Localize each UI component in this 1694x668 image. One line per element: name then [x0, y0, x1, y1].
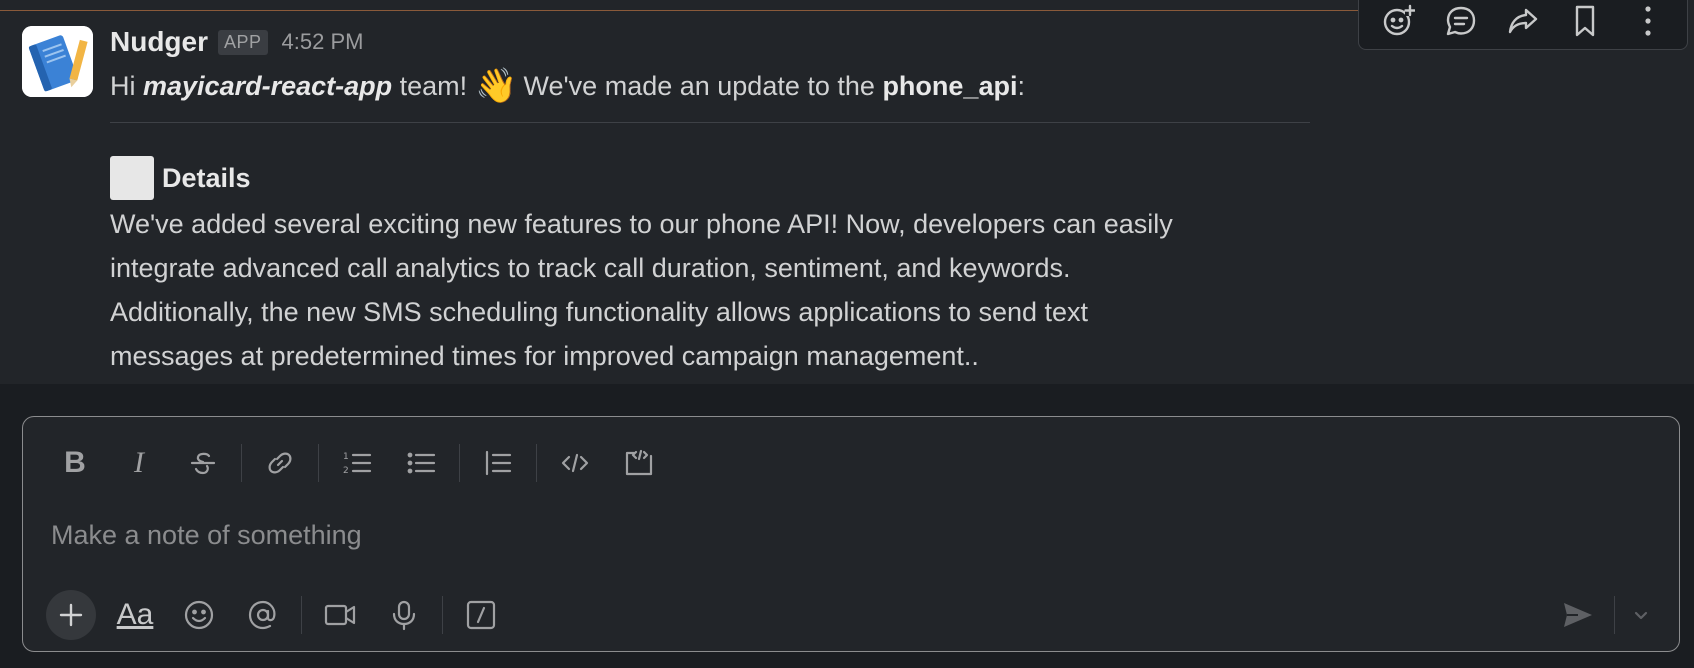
attach-button[interactable] [39, 587, 103, 643]
reply-in-thread-button[interactable] [1441, 1, 1481, 41]
emoji-button[interactable] [167, 587, 231, 643]
ordered-list-icon: 1 2 [343, 452, 372, 476]
schedule-send-button[interactable] [1623, 587, 1659, 643]
block-divider [110, 122, 1310, 123]
strikethrough-icon [190, 452, 216, 475]
svg-text:2: 2 [343, 466, 349, 476]
more-actions-button[interactable] [1628, 1, 1668, 41]
mention-button[interactable] [231, 587, 295, 643]
team-name: mayicard-react-app [143, 70, 393, 101]
slash-commands-button[interactable] [449, 587, 513, 643]
details-heading: Details [110, 156, 251, 200]
strikethrough-button[interactable] [171, 435, 235, 491]
code-button[interactable] [543, 435, 607, 491]
blockquote-button[interactable] [466, 435, 530, 491]
composer-actions: Aa [39, 587, 513, 643]
video-clip-button[interactable] [308, 587, 372, 643]
app-badge: APP [218, 29, 268, 55]
api-name: phone_api [882, 70, 1018, 101]
greeting-team: team! [399, 70, 468, 101]
plus-icon [59, 603, 83, 627]
message-greeting: Hi mayicard-react-app team! 👋 We've made a… [110, 62, 1025, 110]
toolbar-separator [318, 444, 319, 482]
message-area: Nudger APP 4:52 PM Hi mayicard-react-app… [0, 0, 1694, 384]
message-timestamp[interactable]: 4:52 PM [282, 29, 364, 55]
video-camera-icon [324, 604, 356, 626]
details-title: Details [162, 162, 251, 193]
toolbar-separator [459, 444, 460, 482]
message-header: Nudger APP 4:52 PM [110, 22, 363, 62]
bulleted-list-icon [407, 452, 436, 474]
send-icon [1564, 603, 1592, 627]
code-block-icon [625, 449, 653, 476]
audio-clip-button[interactable] [372, 587, 436, 643]
share-icon [1508, 8, 1538, 34]
details-line: Additionally, the new SMS scheduling fun… [110, 297, 1089, 327]
bulleted-list-button[interactable] [389, 435, 453, 491]
wave-emoji: 👋 [475, 67, 518, 105]
white-square-icon [110, 156, 154, 200]
sender-name[interactable]: Nudger [110, 26, 208, 58]
code-block-button[interactable] [607, 435, 671, 491]
send-button[interactable] [1550, 587, 1606, 643]
link-icon [268, 452, 292, 474]
api-suffix: : [1017, 70, 1025, 101]
message-composer: B I 1 2 Make a note of something Aa [22, 416, 1680, 652]
chevron-down-icon [1634, 611, 1648, 620]
details-body: We've added several exciting new feature… [110, 202, 1340, 378]
mention-icon [248, 600, 276, 630]
details-line: We've added several exciting new feature… [110, 209, 1173, 239]
notebook-icon [22, 26, 93, 97]
toolbar-separator [241, 444, 242, 482]
more-actions-icon [1645, 6, 1651, 36]
text-formatting-toggle[interactable]: Aa [103, 587, 167, 643]
code-icon [561, 453, 589, 473]
slash-command-icon [466, 600, 496, 630]
top-divider [0, 10, 1360, 11]
toolbar-separator [1614, 596, 1615, 634]
reply-in-thread-icon [1446, 6, 1475, 36]
note-input[interactable] [49, 509, 1553, 561]
update-text: We've made an update to the [523, 70, 875, 101]
emoji-icon [184, 600, 214, 630]
details-line: integrate advanced call analytics to tra… [110, 253, 1071, 283]
toolbar-separator [536, 444, 537, 482]
bold-button[interactable]: B [43, 435, 107, 491]
add-reaction-button[interactable] [1378, 1, 1418, 41]
microphone-icon [392, 600, 416, 631]
bookmark-icon [1576, 5, 1595, 37]
formatting-toolbar: B I 1 2 [43, 435, 671, 491]
send-area [1550, 587, 1659, 643]
toolbar-separator [442, 596, 443, 634]
svg-text:1: 1 [343, 452, 349, 462]
avatar[interactable] [22, 26, 93, 97]
blockquote-icon [485, 450, 512, 476]
ordered-list-button[interactable]: 1 2 [325, 435, 389, 491]
message-actions-toolbar [1358, 0, 1688, 50]
toolbar-separator [301, 596, 302, 634]
share-button[interactable] [1503, 1, 1543, 41]
details-line: messages at predetermined times for impr… [110, 341, 979, 371]
link-button[interactable] [248, 435, 312, 491]
italic-button[interactable]: I [107, 435, 171, 491]
add-reaction-icon [1383, 4, 1416, 36]
greeting-hi: Hi [110, 70, 136, 101]
save-for-later-button[interactable] [1565, 1, 1605, 41]
